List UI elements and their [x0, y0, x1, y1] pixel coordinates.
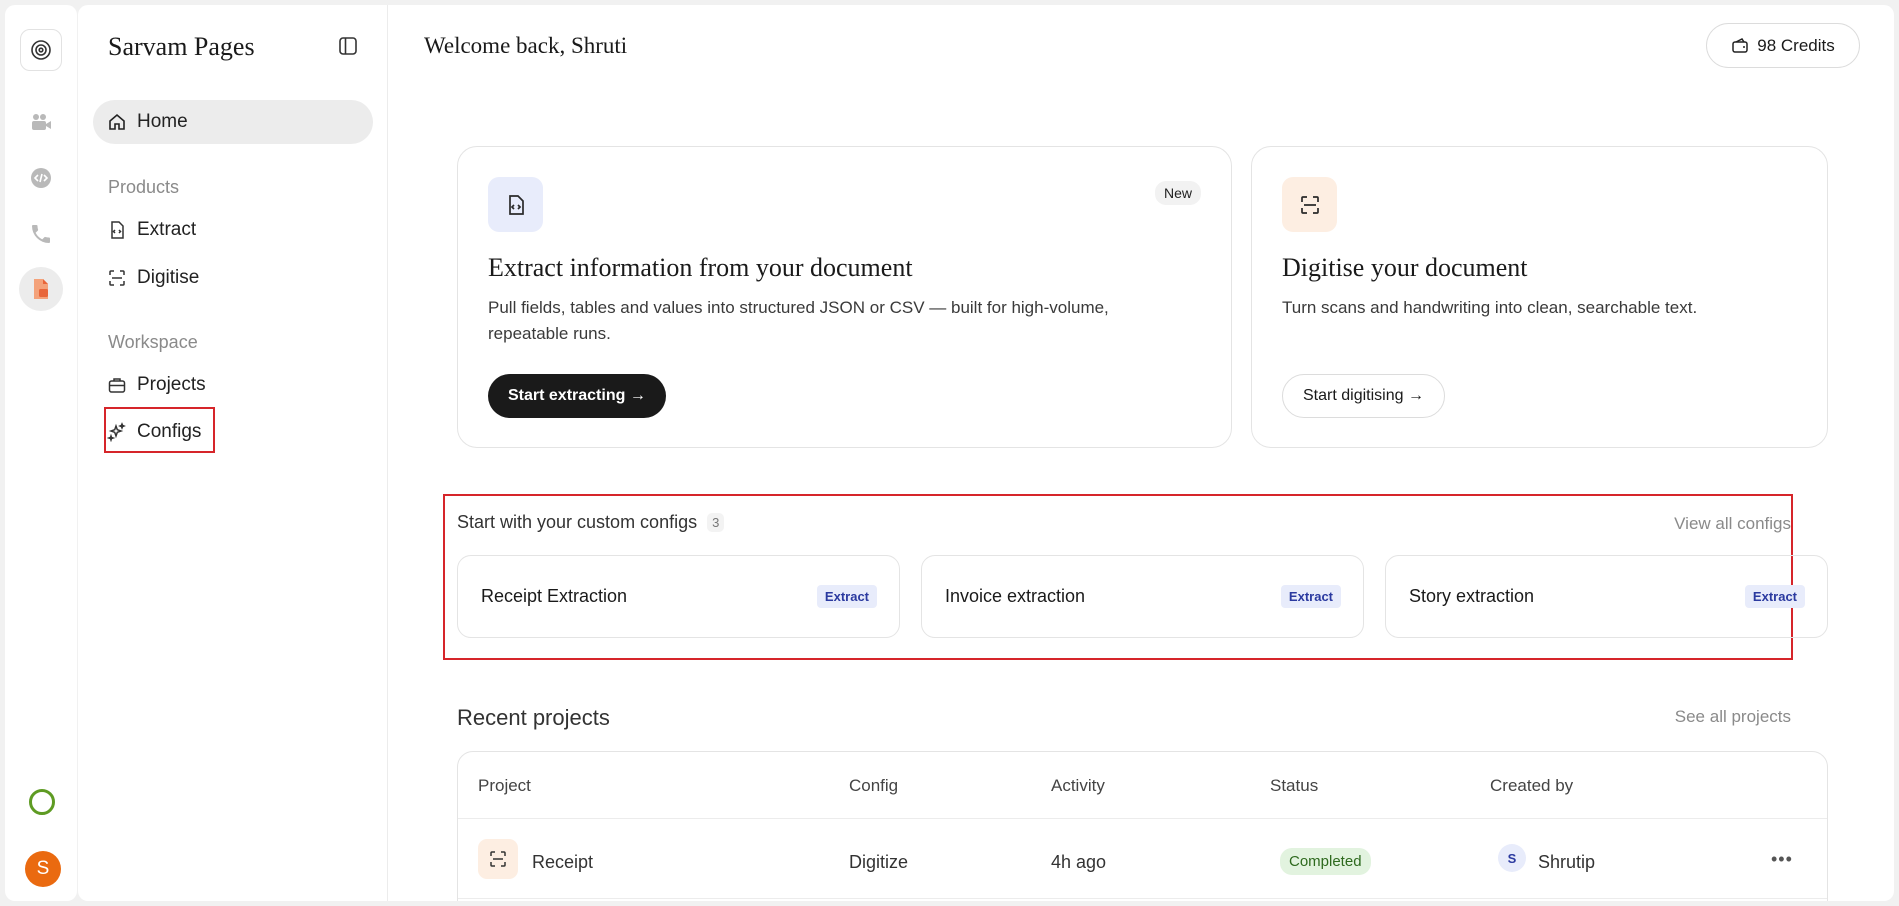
phone-icon[interactable] [19, 212, 63, 256]
more-options-icon[interactable]: ••• [1771, 849, 1793, 870]
custom-configs-title: Start with your custom configs [457, 512, 698, 532]
digitise-card-description: Turn scans and handwriting into clean, s… [1282, 298, 1698, 317]
custom-configs-heading: Start with your custom configs 3 [457, 512, 725, 533]
sidebar-item-label: Extract [137, 219, 197, 240]
video-camera-icon[interactable] [19, 100, 63, 144]
column-header-created-by[interactable]: Created by [1490, 776, 1573, 796]
project-config: Digitize [849, 852, 909, 872]
config-name: Story extraction [1409, 586, 1535, 606]
column-header-activity[interactable]: Activity [1051, 776, 1105, 796]
app-rail: S [5, 5, 77, 901]
new-badge: New [1154, 181, 1201, 205]
sarvam-logo-icon[interactable] [20, 29, 62, 71]
sidebar-item-extract[interactable]: Extract [93, 208, 373, 252]
configs-highlight-outline [104, 407, 215, 453]
config-type-tag: Extract [816, 585, 877, 608]
config-name: Receipt Extraction [481, 586, 628, 606]
recent-projects-title: Recent projects [457, 705, 610, 730]
sidebar: Sarvam Pages Home Products Extract Digit… [78, 5, 388, 901]
digitise-card[interactable]: Digitise your document Turn scans and ha… [1251, 146, 1828, 448]
extract-icon [488, 177, 543, 232]
column-header-status[interactable]: Status [1270, 776, 1318, 796]
sidebar-item-projects[interactable]: Projects [93, 363, 373, 407]
app-title: Sarvam Pages [108, 32, 255, 61]
main-panel: Sarvam Pages Home Products Extract Digit… [78, 5, 1894, 901]
extract-icon [111, 221, 124, 239]
sidebar-item-digitise[interactable]: Digitise [93, 256, 373, 300]
config-card-story[interactable]: Story extraction Extract [1385, 555, 1828, 638]
page-title: Welcome back, Shruti [424, 33, 628, 58]
project-name[interactable]: Receipt [532, 852, 593, 873]
config-card-receipt[interactable]: Receipt Extraction Extract [457, 555, 900, 638]
wallet-icon [1732, 37, 1748, 53]
start-extracting-button[interactable]: Start extracting → [488, 374, 666, 418]
sidebar-collapse-icon[interactable] [337, 35, 359, 57]
document-pages-icon[interactable] [19, 267, 63, 311]
credits-button[interactable]: 98 Credits [1706, 23, 1860, 68]
scan-icon [109, 270, 125, 286]
sidebar-item-label: Digitise [137, 267, 200, 288]
workspace-section-label: Workspace [108, 332, 198, 352]
avatar: S [1498, 844, 1526, 872]
scan-icon [1282, 177, 1337, 232]
projects-table: Project Config Activity Status Created b… [457, 751, 1828, 901]
status-badge: Completed [1280, 848, 1371, 875]
products-section-label: Products [108, 177, 180, 197]
digitise-card-title: Digitise your document [1282, 253, 1528, 282]
created-by-name: Shrutip [1538, 852, 1596, 872]
start-digitising-button[interactable]: Start digitising → [1282, 374, 1445, 418]
view-all-configs-link[interactable]: View all configs [1674, 514, 1791, 534]
column-header-config[interactable]: Config [849, 776, 898, 796]
scan-icon [478, 839, 518, 879]
avatar[interactable]: S [25, 851, 61, 887]
extract-card-title: Extract information from your document [488, 253, 913, 282]
configs-count-badge: 3 [707, 513, 725, 532]
code-icon[interactable] [19, 156, 63, 200]
sidebar-item-label: Projects [137, 374, 206, 395]
home-icon [109, 113, 125, 130]
column-header-project[interactable]: Project [478, 776, 531, 796]
header-divider [458, 818, 1827, 819]
extract-card[interactable]: New Extract information from your docume… [457, 146, 1232, 448]
project-activity: 4h ago [1051, 852, 1107, 872]
row-divider [458, 898, 1827, 899]
briefcase-icon [108, 378, 126, 393]
credits-label: 98 Credits [1757, 35, 1835, 55]
sidebar-item-home[interactable]: Home [93, 100, 373, 144]
extract-card-description: Pull fields, tables and values into stru… [488, 298, 1109, 343]
config-type-tag: Extract [1280, 585, 1341, 608]
see-all-projects-link[interactable]: See all projects [1675, 707, 1791, 727]
status-ring-icon [29, 789, 55, 815]
sidebar-item-label: Home [137, 111, 188, 132]
config-type-tag: Extract [1744, 585, 1805, 608]
config-card-invoice[interactable]: Invoice extraction Extract [921, 555, 1364, 638]
config-name: Invoice extraction [945, 586, 1086, 606]
